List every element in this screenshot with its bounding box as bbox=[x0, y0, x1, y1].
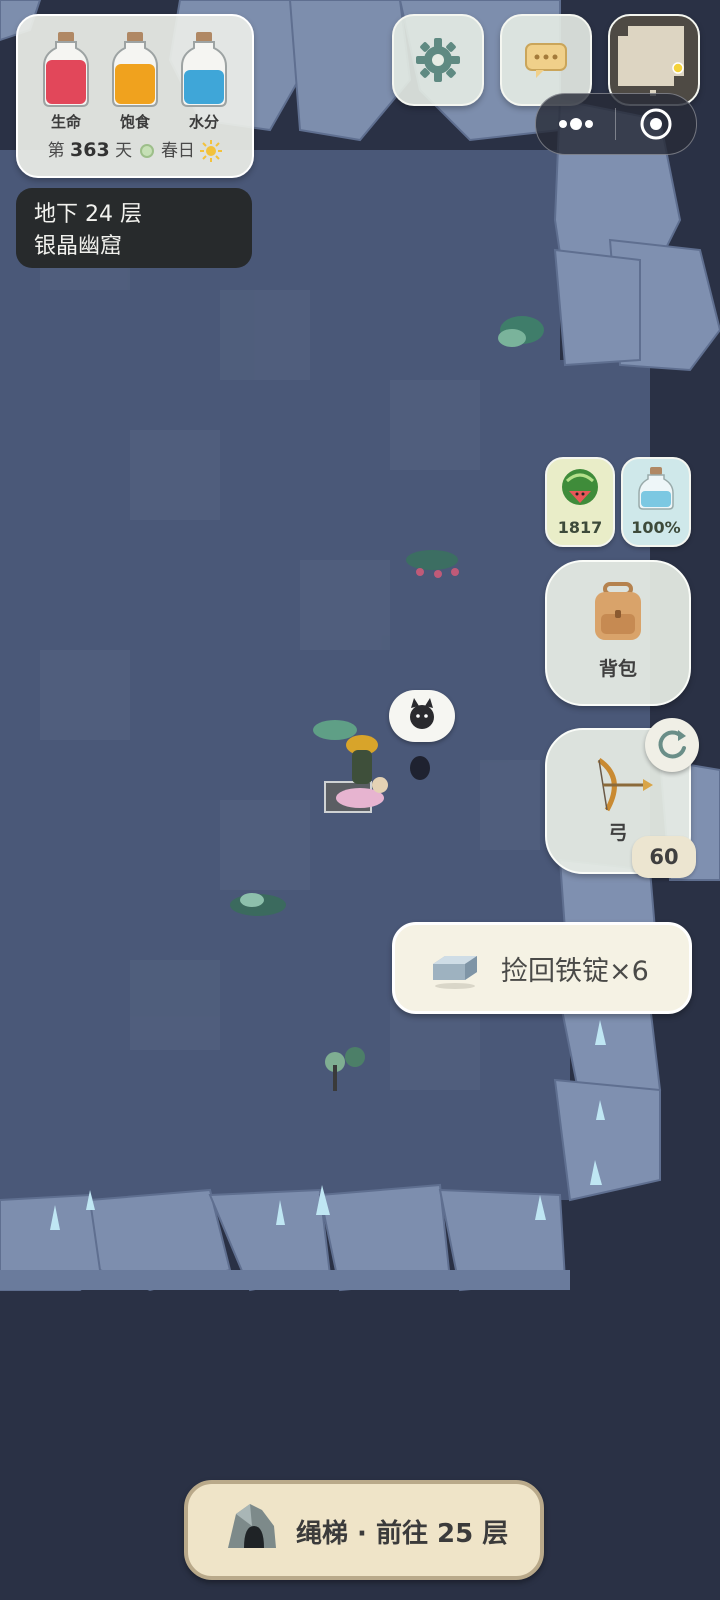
water-bottle-icon bbox=[638, 467, 674, 510]
reload-button[interactable] bbox=[645, 718, 699, 772]
iron-ingot-icon bbox=[433, 956, 477, 989]
season-label: 春日 bbox=[160, 141, 195, 161]
backpack-label: 背包 bbox=[598, 658, 637, 680]
backpack-icon bbox=[595, 582, 641, 640]
more-menu-icon[interactable] bbox=[536, 94, 615, 154]
sun-icon bbox=[200, 140, 223, 162]
floor-level: 地下 24 层 bbox=[34, 202, 142, 227]
floor-info: 地下 24 层 银晶幽窟 bbox=[16, 188, 252, 268]
backpack-button[interactable]: 背包 bbox=[545, 560, 691, 706]
day-suffix: 天 bbox=[115, 141, 133, 161]
water-label: 水分 bbox=[188, 113, 219, 131]
water-value: 100% bbox=[631, 518, 681, 537]
health-label: 生命 bbox=[50, 113, 81, 131]
day-prefix: 第 bbox=[47, 141, 65, 161]
ammo-count: 60 bbox=[632, 836, 696, 878]
hunger-fill bbox=[115, 64, 155, 104]
hunger-bottle-icon bbox=[112, 32, 158, 107]
area-name: 银晶幽窟 bbox=[34, 234, 123, 259]
food-counter[interactable]: 1817 bbox=[545, 457, 615, 547]
season-dot-icon bbox=[139, 144, 154, 158]
ladder-button[interactable]: 绳梯 · 前往 25 层 bbox=[184, 1480, 544, 1580]
minimap-view bbox=[618, 26, 684, 96]
water-counter[interactable]: 100% bbox=[621, 457, 691, 547]
settings-button[interactable] bbox=[392, 14, 484, 106]
game-screen: 生命 饱食 水分 第 363 天 春日 地下 24 层 银晶幽窟 1817 10… bbox=[0, 0, 720, 1600]
ladder-text: 绳梯 · 前往 25 层 bbox=[296, 1519, 509, 1549]
hunger-label: 饱食 bbox=[119, 113, 150, 131]
day-counter: 第 363 天 春日 bbox=[18, 136, 252, 162]
health-bottle-icon bbox=[43, 32, 89, 107]
refresh-icon bbox=[658, 730, 686, 759]
status-panel: 生命 饱食 水分 第 363 天 春日 bbox=[16, 14, 254, 178]
food-value: 1817 bbox=[557, 518, 603, 537]
toast-text: 捡回铁锭×6 bbox=[501, 956, 649, 987]
close-target-icon[interactable] bbox=[616, 94, 696, 154]
water-fill bbox=[184, 70, 224, 104]
pickup-toast: 捡回铁锭×6 bbox=[392, 922, 692, 1014]
day-number: 363 bbox=[70, 139, 110, 161]
cave-entrance-icon bbox=[228, 1504, 276, 1548]
mini-program-capsule bbox=[535, 93, 697, 155]
watermelon-icon bbox=[562, 469, 598, 505]
gear-icon bbox=[416, 38, 460, 82]
health-fill bbox=[46, 60, 86, 104]
wolf-face-icon bbox=[410, 698, 434, 729]
enemy-speech-bubble bbox=[389, 690, 455, 742]
chat-bubble-icon bbox=[525, 43, 567, 78]
water-bottle-icon bbox=[181, 32, 227, 107]
